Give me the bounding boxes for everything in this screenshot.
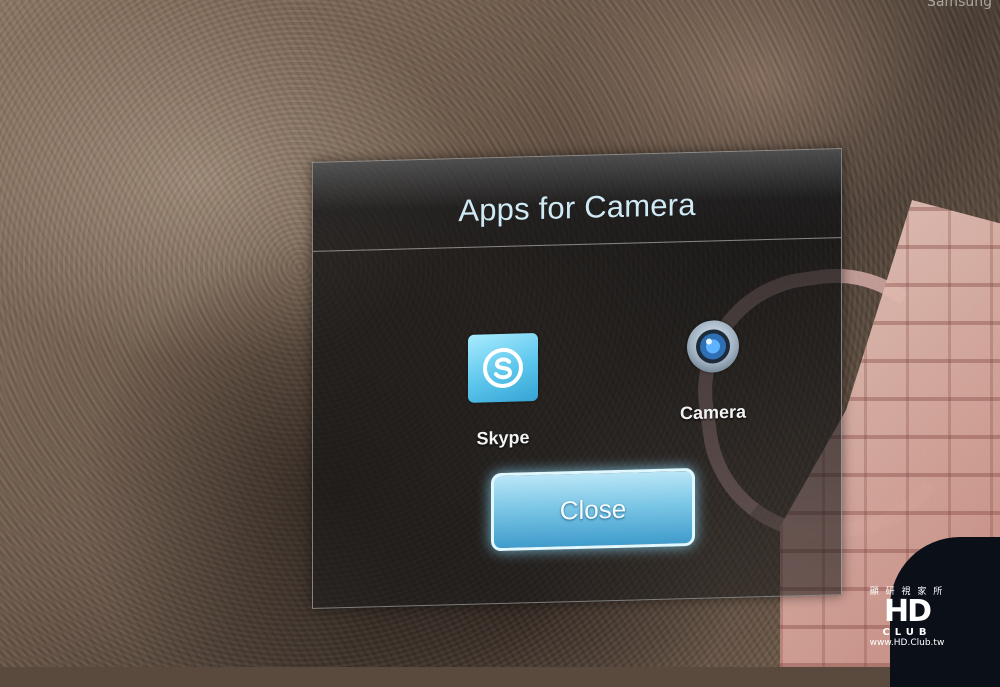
app-camera[interactable]: Camera — [658, 319, 768, 425]
watermark-sub: CLUB — [882, 627, 932, 638]
hdclub-watermark: 顯 研 視 家 所 HD CLUB www.HD.Club.tw — [862, 584, 952, 648]
close-button[interactable]: Close — [491, 467, 695, 552]
watermark-url: www.HD.Club.tw — [869, 638, 945, 648]
brand-text: Samsung — [926, 0, 992, 10]
app-label-camera: Camera — [679, 401, 747, 424]
camera-lens-glyph — [696, 329, 730, 364]
app-label-skype: Skype — [476, 427, 530, 449]
apps-for-camera-dialog: Apps for Camera Skype Camera Close — [312, 148, 842, 609]
dialog-title: Apps for Camera — [458, 186, 696, 229]
skype-icon — [468, 333, 538, 403]
skype-logo-glyph — [483, 347, 523, 388]
watermark-logo: HD — [883, 594, 932, 629]
app-skype[interactable]: Skype — [453, 333, 553, 451]
dialog-header: Apps for Camera — [313, 149, 841, 252]
camera-lens-icon — [687, 319, 739, 374]
